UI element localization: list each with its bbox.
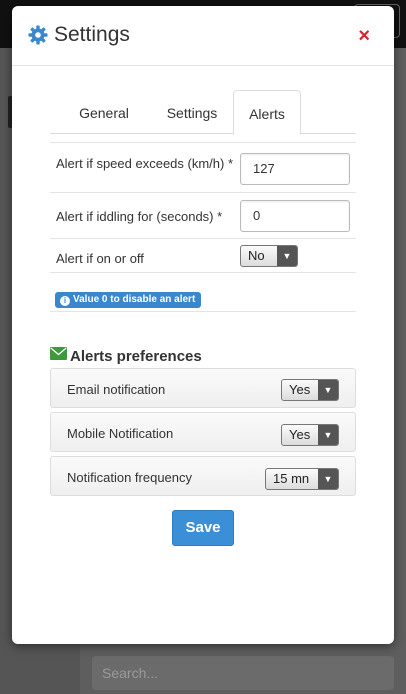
- tab-bar: General Settings Alerts: [50, 90, 356, 135]
- alerts-form: Alert if speed exceeds (km/h) * 127 Aler…: [50, 142, 356, 312]
- pref-mobile-row: Mobile Notification Yes ▼: [50, 412, 356, 452]
- chevron-down-icon: ▼: [318, 425, 338, 445]
- idle-label: Alert if iddling for (seconds) *: [56, 209, 223, 224]
- chevron-down-icon: ▼: [277, 246, 297, 266]
- close-icon[interactable]: ×: [358, 25, 370, 47]
- notification-frequency-select[interactable]: 15 mn ▼: [265, 468, 339, 490]
- speed-label: Alert if speed exceeds (km/h) *: [56, 156, 234, 171]
- onoff-select[interactable]: No ▼: [240, 245, 298, 267]
- idle-row: Alert if iddling for (seconds) * 0: [50, 192, 356, 238]
- email-notification-select[interactable]: Yes ▼: [281, 379, 339, 401]
- mobile-notification-value: Yes: [289, 427, 311, 442]
- mobile-notification-select[interactable]: Yes ▼: [281, 424, 339, 446]
- pref-mobile-label: Mobile Notification: [67, 426, 174, 441]
- email-notification-value: Yes: [289, 382, 311, 397]
- notification-frequency-value: 15 mn: [273, 471, 310, 486]
- tab-alerts[interactable]: Alerts: [233, 90, 301, 135]
- pref-frequency-label: Notification frequency: [67, 470, 193, 485]
- chevron-down-icon: ▼: [318, 469, 338, 489]
- info-text: Value 0 to disable an alert: [73, 294, 196, 305]
- pref-email-row: Email notification Yes ▼: [50, 368, 356, 408]
- preferences-title-label: Alerts preferences: [70, 348, 202, 365]
- chevron-down-icon: ▼: [318, 380, 338, 400]
- tab-settings[interactable]: Settings: [160, 90, 224, 134]
- settings-modal: Settings × General Settings Alerts Alert…: [12, 6, 394, 644]
- save-button[interactable]: Save: [172, 510, 234, 546]
- speed-input[interactable]: 127: [240, 153, 350, 185]
- modal-header: Settings ×: [12, 6, 394, 66]
- info-badge: i Value 0 to disable an alert: [55, 292, 202, 308]
- idle-input[interactable]: 0: [240, 200, 350, 232]
- speed-row: Alert if speed exceeds (km/h) * 127: [50, 142, 356, 192]
- tab-general[interactable]: General: [78, 90, 130, 134]
- modal-title: Settings: [54, 23, 130, 46]
- pref-frequency-row: Notification frequency 15 mn ▼: [50, 456, 356, 496]
- gear-icon: [28, 25, 48, 45]
- pref-email-label: Email notification: [67, 382, 166, 397]
- onoff-label: Alert if on or off: [56, 251, 144, 266]
- preferences-title: Alerts preferences: [48, 348, 202, 365]
- info-icon: i: [60, 296, 70, 306]
- background-search-input: Search...: [92, 656, 394, 690]
- onoff-row: Alert if on or off No ▼: [50, 238, 356, 272]
- onoff-select-value: No: [248, 248, 265, 263]
